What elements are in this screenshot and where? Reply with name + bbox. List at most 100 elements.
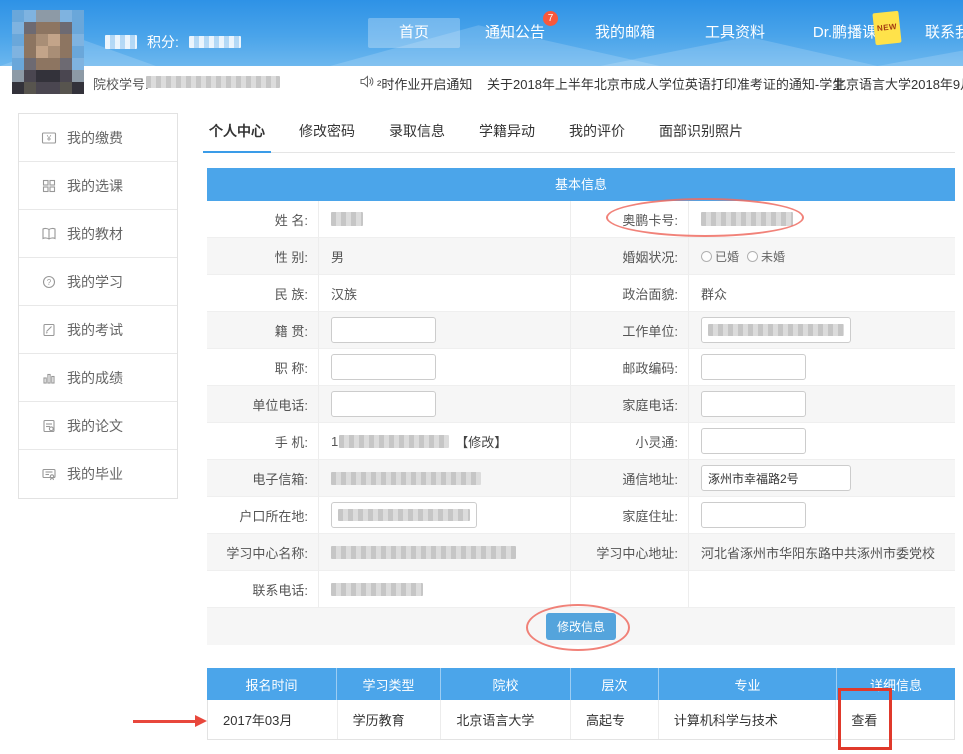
student-no-label: 院校学号: — [93, 74, 149, 93]
sidebar-item-label: 我的学习 — [67, 272, 123, 292]
work-phone-input[interactable] — [331, 391, 436, 417]
tab-my-evaluation[interactable]: 我的评价 — [567, 113, 627, 152]
tab-status-change[interactable]: 学籍异动 — [477, 113, 537, 152]
form-row-gender-marital: 性 别: 男 婚姻状况: 已婚 未婚 — [207, 238, 955, 275]
form-actions: 修改信息 — [207, 608, 955, 645]
form-row-registered-residence: 户口所在地: 家庭住址: — [207, 497, 955, 534]
sidebar-item-payment[interactable]: ¥ 我的缴费 — [19, 114, 177, 162]
mobile-prefix: 1 — [331, 434, 338, 449]
tab-change-password[interactable]: 修改密码 — [297, 113, 357, 152]
study-type-cell: 学历教育 — [338, 700, 442, 739]
postal-address-input[interactable] — [701, 465, 851, 491]
user-summary: 积分: — [105, 33, 241, 51]
new-badge: NEW — [872, 11, 901, 46]
sidebar-item-label: 我的论文 — [67, 416, 123, 436]
nav-notices[interactable]: 通知公告 7 — [460, 18, 570, 48]
profile-tabs: 个人中心 修改密码 录取信息 学籍异动 我的评价 面部识别照片 — [207, 113, 955, 153]
home-address-input[interactable] — [701, 502, 806, 528]
annotation-arrow-enrollment-row — [133, 715, 207, 727]
modify-info-button[interactable]: 修改信息 — [546, 613, 616, 640]
ticker-item[interactable]: 关于2018年上半年北京市成人学位英语打印准考证的通知-学生 — [487, 74, 845, 93]
employer-input[interactable] — [701, 317, 851, 343]
user-avatar — [12, 10, 84, 94]
nav-contact-us[interactable]: 联系我们 — [900, 18, 963, 48]
field-label: 家庭电话: — [570, 386, 688, 423]
field-label: 性 别: — [207, 238, 318, 275]
radio-married[interactable] — [701, 251, 712, 262]
sidebar-item-label: 我的缴费 — [67, 128, 123, 148]
nav-home-label: 首页 — [399, 24, 429, 41]
table-row: 2017年03月 学历教育 北京语言大学 高起专 计算机科学与技术 查看 — [207, 700, 955, 740]
marital-option-single[interactable]: 未婚 — [747, 248, 785, 265]
job-title-input[interactable] — [331, 354, 436, 380]
col-header: 报名时间 — [207, 668, 337, 700]
tab-personal-center[interactable]: 个人中心 — [207, 113, 267, 152]
field-label: 通信地址: — [570, 460, 688, 497]
tab-face-photo[interactable]: 面部识别照片 — [657, 113, 745, 152]
employer-value-redacted — [708, 324, 844, 336]
nav-resources[interactable]: 工具资料 — [680, 18, 790, 48]
form-row-title-postcode: 职 称: 邮政编码: — [207, 349, 955, 386]
col-header: 详细信息 — [837, 668, 955, 700]
col-header: 层次 — [571, 668, 659, 700]
form-row-learning-center: 学习中心名称: 学习中心地址: 河北省涿州市华阳东路中共涿州市委党校 — [207, 534, 955, 571]
radio-single-label: 未婚 — [761, 250, 785, 264]
field-label: 家庭住址: — [570, 497, 688, 534]
tab-admission-info[interactable]: 录取信息 — [387, 113, 447, 152]
radio-single[interactable] — [747, 251, 758, 262]
sidebar-item-exams[interactable]: 我的考试 — [19, 306, 177, 354]
pas-phone-input[interactable] — [701, 428, 806, 454]
field-label: 政治面貌: — [570, 275, 688, 312]
home-phone-input[interactable] — [701, 391, 806, 417]
field-label: 小灵通: — [570, 423, 688, 460]
sidebar-item-grades[interactable]: 我的成绩 — [19, 354, 177, 402]
view-detail-link[interactable]: 查看 — [851, 710, 877, 729]
graduation-icon — [41, 466, 57, 482]
learning-center-name-redacted — [331, 546, 516, 559]
level-cell: 高起专 — [571, 700, 659, 739]
major-cell: 计算机科学与技术 — [659, 700, 837, 739]
marital-option-married[interactable]: 已婚 — [701, 248, 739, 265]
ticker-item[interactable]: 北京语言大学2018年9月 — [833, 74, 963, 93]
sidebar-item-course-selection[interactable]: 我的选课 — [19, 162, 177, 210]
sidebar-item-label: 我的毕业 — [67, 464, 123, 484]
field-label: 籍 贯: — [207, 312, 318, 349]
sidebar-item-textbooks[interactable]: 我的教材 — [19, 210, 177, 258]
enrollment-table-header: 报名时间 学习类型 院校 层次 专业 详细信息 — [207, 668, 955, 700]
ticker-item[interactable]: ²时作业开启通知 — [377, 74, 472, 93]
mobile-value-redacted — [339, 435, 449, 448]
sidebar-item-label: 我的选课 — [67, 176, 123, 196]
form-row-birthplace-employer: 籍 贯: 工作单位: — [207, 312, 955, 349]
sidebar-item-thesis[interactable]: 我的论文 — [19, 402, 177, 450]
col-header: 院校 — [441, 668, 571, 700]
ethnicity-value: 汉族 — [318, 275, 570, 312]
political-status-value: 群众 — [688, 275, 955, 312]
textbook-icon — [41, 226, 57, 242]
gender-value: 男 — [318, 238, 570, 275]
exam-icon — [41, 322, 57, 338]
nav-home[interactable]: 首页 — [368, 18, 460, 48]
form-row-name-card: 姓 名: 奥鹏卡号: — [207, 201, 955, 238]
arrow-head — [195, 715, 207, 727]
sidebar-item-study[interactable]: ? 我的学习 — [19, 258, 177, 306]
study-icon: ? — [41, 274, 57, 290]
radio-married-label: 已婚 — [715, 250, 739, 264]
notice-count-badge: 7 — [543, 11, 558, 26]
field-label: 电子信箱: — [207, 460, 318, 497]
postcode-input[interactable] — [701, 354, 806, 380]
birthplace-input[interactable] — [331, 317, 436, 343]
nav-mailbox[interactable]: 我的邮箱 — [570, 18, 680, 48]
nav-dr-peng-live[interactable]: Dr.鹏播课 NEW — [790, 18, 900, 48]
nav-dr-peng-live-label: Dr.鹏播课 — [813, 24, 877, 41]
registered-residence-input[interactable] — [331, 502, 477, 528]
contact-phone-redacted — [331, 583, 423, 596]
field-label: 邮政编码: — [570, 349, 688, 386]
nav-mailbox-label: 我的邮箱 — [595, 24, 655, 41]
name-value-redacted — [331, 212, 363, 226]
modify-mobile-link[interactable]: 【修改】 — [455, 432, 507, 451]
field-label: 民 族: — [207, 275, 318, 312]
field-label: 职 称: — [207, 349, 318, 386]
sidebar-item-graduation[interactable]: 我的毕业 — [19, 450, 177, 498]
course-grid-icon — [41, 178, 57, 194]
payment-icon: ¥ — [41, 130, 57, 146]
